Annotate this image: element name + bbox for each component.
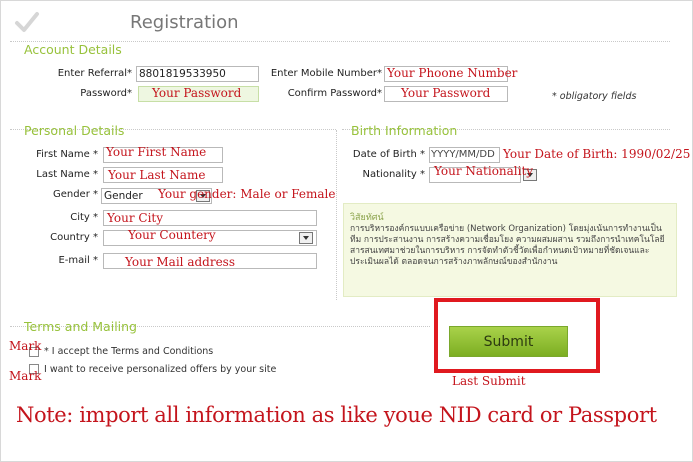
account-details-title: Account Details bbox=[24, 42, 122, 57]
email-label: E-mail * bbox=[58, 255, 98, 266]
nationality-label: Nationality * bbox=[362, 169, 425, 180]
vision-panel: วิสัยทัศน์ การบริหารองค์กรแบบเครือข่าย (… bbox=[343, 203, 677, 297]
gender-annotation: Your gender: Male or Female bbox=[158, 187, 336, 201]
vision-title: วิสัยทัศน์ bbox=[350, 213, 384, 223]
email-annotation: Your Mail address bbox=[125, 255, 235, 269]
referral-label: Enter Referral* bbox=[57, 68, 132, 79]
terms-title: Terms and Mailing bbox=[24, 319, 137, 334]
checkmark-icon bbox=[14, 10, 40, 34]
password-annotation: Your Password bbox=[152, 86, 242, 100]
mark-annotation-1: Mark bbox=[9, 339, 42, 353]
first-name-annotation: Your First Name bbox=[106, 145, 207, 159]
offers-label: I want to receive personalized offers by… bbox=[44, 364, 277, 375]
gender-value: Gender bbox=[104, 190, 143, 202]
personal-details-title: Personal Details bbox=[24, 123, 125, 138]
dob-annotation: Your Date of Birth: 1990/02/25 bbox=[503, 147, 691, 161]
submit-annotation: Last Submit bbox=[452, 374, 526, 388]
dob-label: Date of Birth * bbox=[352, 149, 425, 160]
country-label: Country * bbox=[50, 232, 98, 243]
last-name-annotation: Your Last Name bbox=[108, 168, 206, 182]
confirm-password-label: Confirm Password* bbox=[287, 88, 382, 99]
country-chevron-down-icon[interactable] bbox=[299, 232, 313, 244]
referral-value: 8801819533950 bbox=[139, 68, 226, 80]
column-divider bbox=[336, 130, 337, 300]
mobile-annotation: Your Phoone Number bbox=[387, 66, 518, 80]
country-annotation: Your Countery bbox=[128, 228, 216, 242]
note-text: Note: import all information as like you… bbox=[16, 403, 657, 427]
first-name-label: First Name * bbox=[36, 149, 98, 160]
confirm-password-annotation: Your Password bbox=[401, 86, 491, 100]
city-annotation: Your City bbox=[107, 211, 164, 225]
mobile-label: Enter Mobile Number* bbox=[270, 68, 382, 79]
mark-annotation-2: Mark bbox=[9, 369, 42, 383]
city-label: City * bbox=[70, 212, 98, 223]
last-name-label: Last Name * bbox=[36, 169, 98, 180]
nationality-annotation: Your Nationality bbox=[434, 164, 534, 178]
obligatory-note: * obligatory fields bbox=[552, 91, 637, 102]
accept-terms-label: * I accept the Terms and Conditions bbox=[44, 346, 214, 357]
birth-information-title: Birth Information bbox=[351, 123, 458, 138]
vision-text: การบริหารองค์กรแบบเครือข่าย (Network Org… bbox=[350, 224, 665, 267]
password-label: Password* bbox=[80, 88, 132, 99]
submit-button[interactable]: Submit bbox=[449, 326, 568, 357]
dob-placeholder: YYYY/MM/DD bbox=[431, 149, 495, 160]
page-title: Registration bbox=[130, 12, 239, 33]
gender-label: Gender * bbox=[52, 189, 98, 200]
